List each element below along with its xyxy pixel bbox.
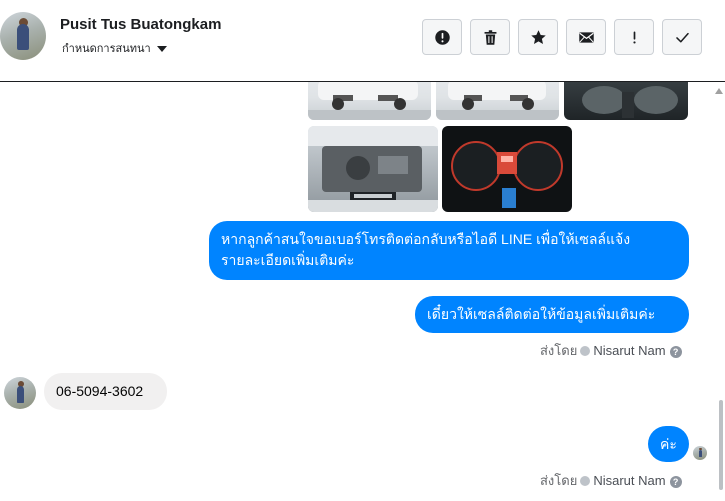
car-photo-interior[interactable] (564, 82, 688, 120)
car-photo-engine[interactable] (308, 126, 438, 212)
message-text: เดี๋ยวให้เซลล์ติดต่อให้ข้อมูลเพิ่มเติมค่… (427, 306, 656, 322)
sent-by-prefix: ส่งโดย (540, 343, 578, 358)
message-text-line: รายละเอียดเพิ่มเติมค่ะ (221, 252, 355, 268)
sent-by-prefix: ส่งโดย (540, 473, 578, 488)
caret-down-icon (156, 46, 167, 53)
star-button[interactable] (518, 19, 558, 55)
report-button[interactable] (422, 19, 462, 55)
message-text: ค่ะ (660, 436, 677, 452)
check-icon (675, 32, 689, 43)
contact-avatar[interactable] (0, 12, 46, 60)
conversation-header: Pusit Tus Buatongkam กำหนดการสนทนา (0, 0, 725, 82)
car-photo-front[interactable] (308, 82, 431, 120)
contact-name[interactable]: Pusit Tus Buatongkam (60, 16, 221, 33)
message-text: 06-5094-3602 (56, 383, 144, 399)
spam-button[interactable] (614, 19, 654, 55)
trash-icon (484, 29, 496, 45)
contact-avatar-small[interactable] (4, 377, 36, 409)
sent-by-label: ส่งโดย Nisarut Nam? (540, 340, 682, 361)
scroll-up-arrow-icon[interactable] (715, 88, 723, 94)
car-photo-dashboard[interactable] (442, 126, 572, 212)
outgoing-message[interactable]: เดี๋ยวให้เซลล์ติดต่อให้ข้อมูลเพิ่มเติมค่… (415, 296, 689, 333)
help-icon[interactable]: ? (669, 346, 682, 358)
verified-icon (580, 346, 591, 356)
star-icon (530, 29, 546, 44)
message-text-line: หากลูกค้าสนใจขอเบอร์โทรติดต่อกลับหรือไอด… (221, 231, 631, 247)
scrollbar-thumb[interactable] (719, 400, 723, 490)
sent-by-label: ส่งโดย Nisarut Nam? (540, 470, 682, 491)
exclamation-icon (632, 31, 636, 44)
incoming-message[interactable]: 06-5094-3602 (44, 373, 167, 410)
conversation-label-text: กำหนดการสนทนา (62, 43, 151, 55)
envelope-icon (578, 31, 594, 43)
read-receipt-avatar (693, 446, 707, 460)
conversation-label-dropdown[interactable]: กำหนดการสนทนา (62, 39, 167, 57)
outgoing-message[interactable]: หากลูกค้าสนใจขอเบอร์โทรติดต่อกลับหรือไอด… (209, 221, 689, 280)
verified-icon (580, 476, 591, 486)
sender-name[interactable]: Nisarut Nam (593, 473, 665, 488)
mark-unread-button[interactable] (566, 19, 606, 55)
mark-done-button[interactable] (662, 19, 702, 55)
message-thread[interactable]: หากลูกค้าสนใจขอเบอร์โทรติดต่อกลับหรือไอด… (0, 82, 725, 501)
car-photo-front-2[interactable] (436, 82, 559, 120)
outgoing-message[interactable]: ค่ะ (648, 426, 689, 462)
alert-circle-icon (434, 29, 450, 45)
delete-button[interactable] (470, 19, 510, 55)
help-icon[interactable]: ? (669, 476, 682, 488)
sender-name[interactable]: Nisarut Nam (593, 343, 665, 358)
